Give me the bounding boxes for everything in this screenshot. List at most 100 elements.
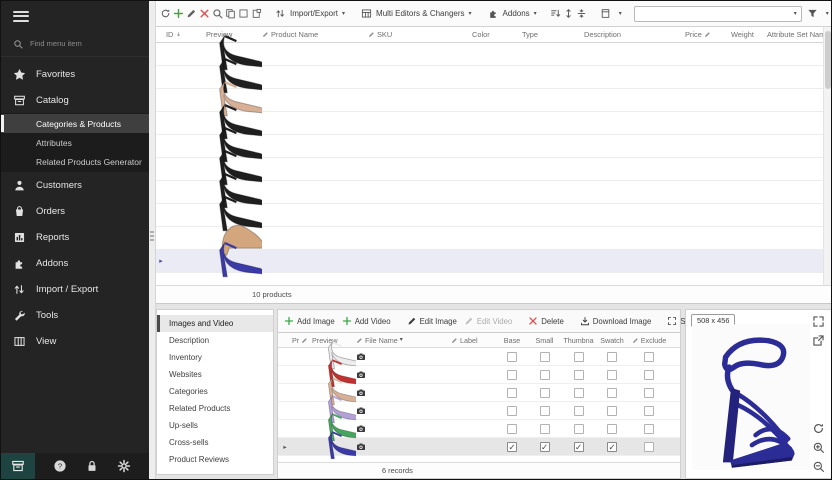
sidebar-item-view[interactable]: View (1, 328, 149, 354)
thumbnail-checkbox[interactable]: ✓ (574, 442, 584, 452)
paste-button[interactable] (251, 5, 262, 22)
refresh-button[interactable] (160, 5, 171, 22)
column-header-sku[interactable]: SKU (368, 30, 472, 39)
lock-button[interactable] (85, 459, 99, 473)
sort-az-button[interactable] (550, 5, 561, 22)
small-checkbox[interactable]: ✓ (540, 442, 550, 452)
small-checkbox[interactable] (540, 370, 550, 380)
swatch-checkbox[interactable] (607, 424, 617, 434)
sidebar-item-attributes[interactable]: Attributes (1, 133, 149, 152)
sidebar-item-tools[interactable]: Tools (1, 302, 149, 328)
exclude-checkbox[interactable] (644, 388, 654, 398)
thumbnail-checkbox[interactable] (574, 406, 584, 416)
thumbnail-checkbox[interactable] (574, 388, 584, 398)
sidebar-item-related-products-generator[interactable]: Related Products Generator (1, 152, 149, 171)
column-header-attribute-set-name[interactable]: Attribute Set Name (767, 30, 825, 39)
search-button[interactable] (212, 5, 223, 22)
menu-multi-editors-changers[interactable]: Multi Editors & Changers▾ (358, 8, 475, 19)
column-header-product-name[interactable]: Product Name (262, 30, 368, 39)
column-header-id[interactable]: ID (166, 30, 206, 39)
select-button[interactable] (238, 5, 249, 22)
swatch-checkbox[interactable] (607, 370, 617, 380)
gear-button[interactable] (117, 459, 131, 473)
add-image-button[interactable]: Add Image (282, 316, 337, 326)
tab-up-sells[interactable]: Up-sells (157, 417, 273, 434)
download-image-button[interactable]: Download Image (578, 316, 654, 326)
exclude-checkbox[interactable] (644, 370, 654, 380)
small-checkbox[interactable] (540, 424, 550, 434)
sidebar-splitter[interactable] (149, 1, 156, 479)
add-button[interactable] (173, 5, 184, 22)
menu-import-export[interactable]: Import/Export▾ (272, 8, 348, 19)
zoom-in-icon[interactable] (812, 441, 825, 454)
base-checkbox[interactable] (507, 424, 517, 434)
sidebar-item-reports[interactable]: Reports (1, 224, 149, 250)
menu-view[interactable]: ▾ (597, 8, 625, 19)
open-external-icon[interactable] (812, 334, 825, 347)
thumbnail-checkbox[interactable] (574, 424, 584, 434)
tab-description[interactable]: Description (157, 332, 273, 349)
sidebar-item-addons[interactable]: Addons (1, 250, 149, 276)
swatch-checkbox[interactable] (607, 388, 617, 398)
scrollbar-thumb[interactable] (825, 31, 831, 89)
column-header-description[interactable]: Description (584, 30, 685, 39)
exclude-checkbox[interactable] (644, 424, 654, 434)
tab-cross-sells[interactable]: Cross-sells (157, 434, 273, 451)
base-checkbox[interactable]: ✓ (507, 442, 517, 452)
column-header-label[interactable]: Label (451, 336, 496, 345)
swatch-checkbox[interactable]: ✓ (607, 442, 617, 452)
swatch-checkbox[interactable] (607, 406, 617, 416)
tab-product-reviews[interactable]: Product Reviews (157, 451, 273, 468)
column-header-small[interactable]: Small (528, 336, 561, 345)
exclude-checkbox[interactable] (644, 406, 654, 416)
base-checkbox[interactable] (507, 406, 517, 416)
tab-images-and-video[interactable]: Images and Video (157, 315, 273, 332)
delete-button[interactable]: Delete (526, 316, 566, 326)
help-button[interactable]: ? (53, 459, 67, 473)
sidebar-item-customers[interactable]: Customers (1, 172, 149, 198)
hamburger-menu-button[interactable] (1, 1, 149, 31)
zoom-out-icon[interactable] (812, 460, 825, 473)
thumbnail-checkbox[interactable] (574, 352, 584, 362)
menu-addons[interactable]: Addons▾ (485, 8, 540, 19)
image-row[interactable]: ▸✓✓✓✓ (278, 438, 680, 456)
sidebar-item-categories-products[interactable]: Categories & Products (1, 114, 149, 133)
base-checkbox[interactable] (507, 388, 517, 398)
column-header-pr[interactable]: Pr (292, 336, 312, 345)
tab-inventory[interactable]: Inventory (157, 349, 273, 366)
column-header-type[interactable]: Type (522, 30, 584, 39)
exclude-checkbox[interactable] (644, 442, 654, 452)
product-row[interactable]: ▸ (156, 250, 831, 273)
column-header-file-name[interactable]: File Name▾ (356, 336, 451, 345)
base-checkbox[interactable] (507, 370, 517, 380)
column-header-exclude[interactable]: Exclude (628, 336, 670, 345)
sidebar-item-import-export[interactable]: Import / Export (1, 276, 149, 302)
thumbnail-checkbox[interactable] (574, 370, 584, 380)
tab-categories[interactable]: Categories (157, 383, 273, 400)
copy-button[interactable] (225, 5, 236, 22)
delete-button[interactable] (199, 5, 210, 22)
column-header-weight[interactable]: Weight (731, 30, 767, 39)
base-checkbox[interactable] (507, 352, 517, 362)
fullscreen-icon[interactable] (812, 315, 825, 328)
sidebar-item-orders[interactable]: Orders (1, 198, 149, 224)
app-logo-tile[interactable] (1, 453, 35, 479)
swatch-checkbox[interactable] (607, 352, 617, 362)
edit-image-button[interactable]: Edit Image (405, 316, 459, 326)
add-video-button[interactable]: Add Video (340, 316, 393, 326)
small-checkbox[interactable] (540, 388, 550, 398)
rotate-icon[interactable] (812, 422, 825, 435)
collapse-all-button[interactable] (576, 5, 587, 22)
grid-vertical-scrollbar[interactable] (823, 27, 831, 285)
menu-filters[interactable]: ▾ (804, 8, 832, 19)
column-header-base[interactable]: Base (496, 336, 528, 345)
expand-all-button[interactable] (563, 5, 574, 22)
exclude-checkbox[interactable] (644, 352, 654, 362)
sidebar-item-catalog[interactable]: Catalog (1, 87, 149, 113)
small-checkbox[interactable] (540, 406, 550, 416)
column-header-thumbna[interactable]: Thumbna (561, 336, 596, 345)
menu-search-input[interactable] (30, 39, 130, 48)
edit-button[interactable] (186, 5, 197, 22)
tab-websites[interactable]: Websites (157, 366, 273, 383)
filter-select[interactable]: ▾ (634, 6, 802, 22)
